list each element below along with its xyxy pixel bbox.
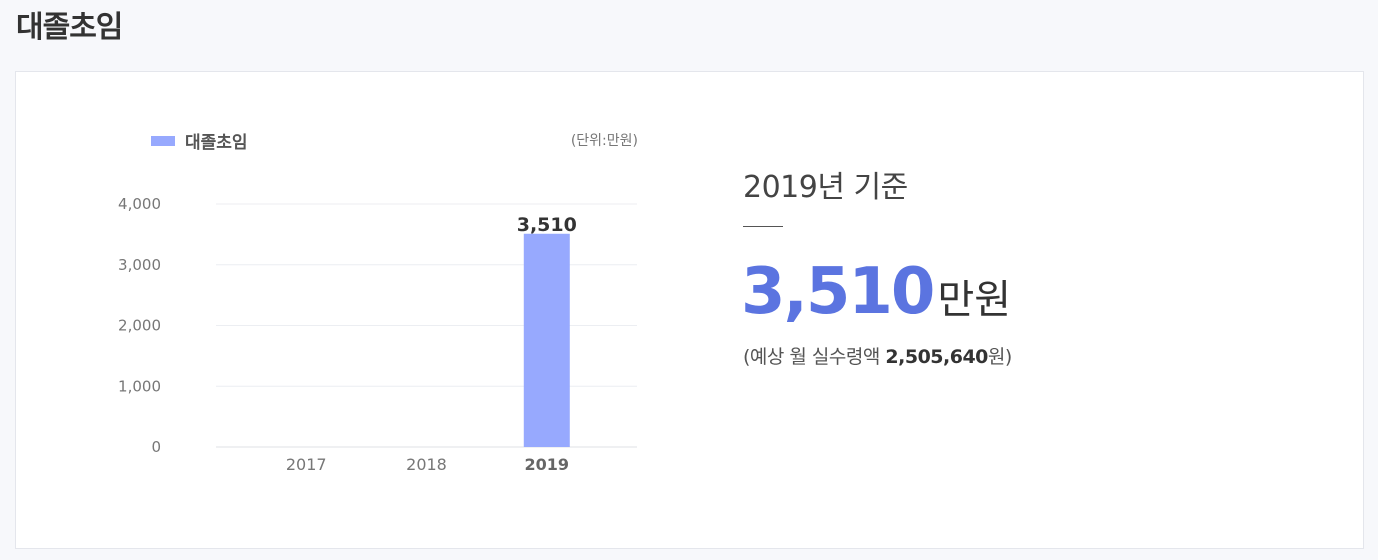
monthly-suffix: 원) — [987, 346, 1012, 368]
bar-chart: 0 1,000 2,000 3,000 4,000 2017 2018 3,510 2019 — [118, 195, 637, 474]
info-divider — [743, 226, 783, 227]
x-tick-label: 2019 — [525, 455, 570, 474]
y-tick-label: 3,000 — [118, 256, 161, 274]
legend-swatch — [151, 135, 175, 146]
amount-unit: 만원 — [937, 277, 1012, 323]
x-tick-label: 2018 — [406, 455, 447, 474]
y-tick-label: 1,000 — [118, 377, 161, 395]
legend-label: 대졸초임 — [185, 133, 248, 153]
bar — [523, 233, 570, 447]
unit-label: (단위:만원) — [570, 133, 638, 149]
page-title: 대졸초임 — [16, 10, 123, 45]
info-amount: 3,510 만원 — [741, 255, 1011, 329]
amount-value: 3,510 — [741, 255, 935, 329]
y-tick-label: 0 — [151, 438, 161, 456]
y-tick-label: 4,000 — [118, 195, 161, 213]
info-year-label: 2019년 기준 — [743, 170, 908, 205]
monthly-take-home: (예상 월 실수령액 2,505,640원) — [743, 342, 1012, 369]
bar-value-label: 3,510 — [517, 214, 577, 236]
x-tick-label: 2017 — [286, 455, 327, 474]
monthly-value: 2,505,640 — [885, 346, 988, 368]
monthly-prefix: (예상 월 실수령액 — [743, 346, 886, 368]
chart-legend: 대졸초임 — [151, 128, 248, 153]
y-tick-label: 2,000 — [118, 317, 161, 335]
